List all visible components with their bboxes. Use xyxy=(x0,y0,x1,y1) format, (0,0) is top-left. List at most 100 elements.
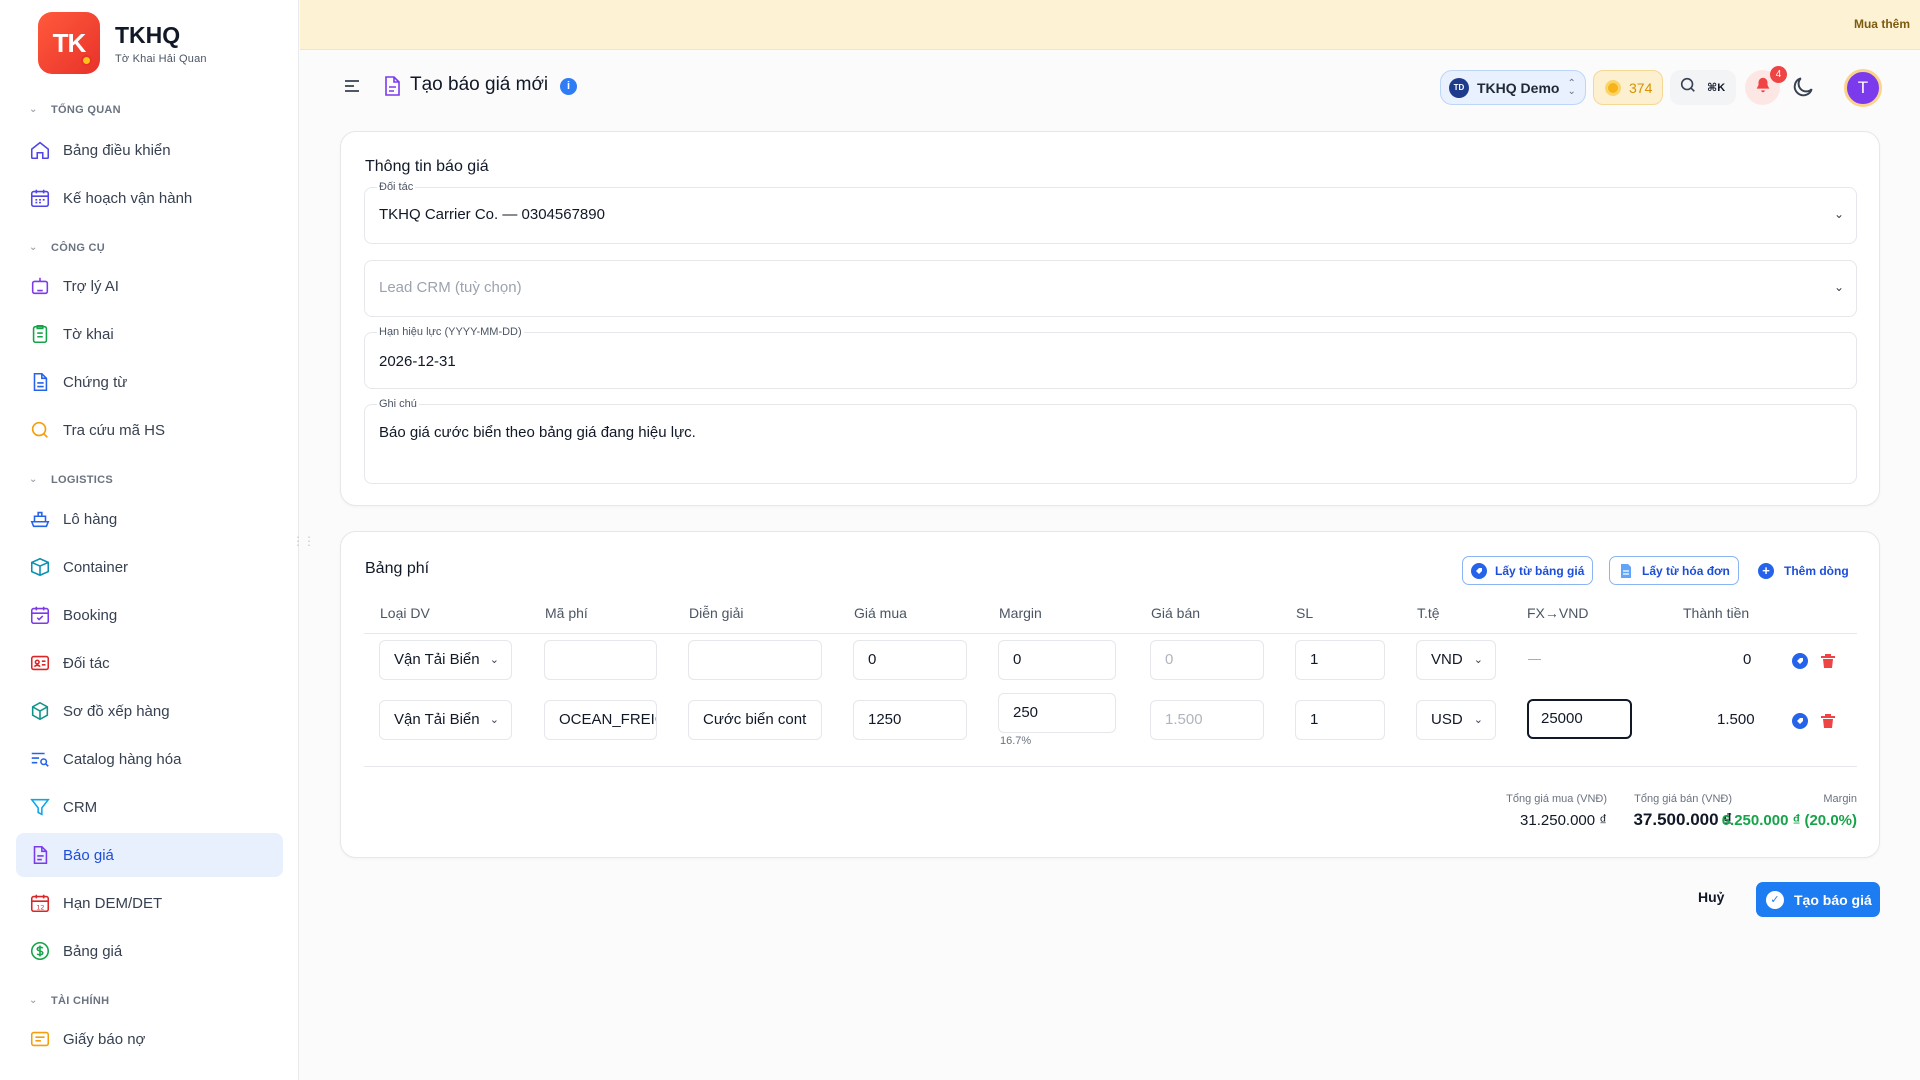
nav-group-overview[interactable]: ⌄ TỔNG QUAN xyxy=(29,104,121,116)
sidebar-item-catalog[interactable]: Catalog hàng hóa xyxy=(16,737,283,781)
note-value: Báo giá cước biển theo bảng giá đang hiệ… xyxy=(379,424,696,441)
sidebar-item-load-plan[interactable]: Sơ đồ xếp hàng xyxy=(16,689,283,733)
buy-more-link[interactable]: Mua thêm xyxy=(1854,17,1910,31)
check-circle-icon: ✓ xyxy=(1766,890,1784,909)
description-input[interactable] xyxy=(688,640,822,680)
qty-input[interactable]: 1 xyxy=(1295,640,1385,680)
sidebar-item-operations-plan[interactable]: Kế hoạch vận hành xyxy=(16,176,283,220)
currency-select[interactable]: USD ⌄ xyxy=(1416,700,1496,740)
clipboard-icon xyxy=(29,323,51,345)
sidebar-item-dem-det[interactable]: 12 Hạn DEM/DET xyxy=(16,881,283,925)
sidebar-item-shipments[interactable]: Lô hàng xyxy=(16,497,283,541)
buy-price-input[interactable]: 1250 xyxy=(853,700,967,740)
col-header-desc: Diễn giải xyxy=(689,605,744,621)
moon-icon[interactable] xyxy=(1790,74,1816,100)
col-header-service: Loại DV xyxy=(380,605,430,621)
document-icon xyxy=(29,371,51,393)
quote-info-title: Thông tin báo giá xyxy=(365,158,489,175)
col-header-sell: Giá bán xyxy=(1151,605,1201,621)
sidebar-item-booking[interactable]: Booking xyxy=(16,593,283,637)
currency-value: USD xyxy=(1431,711,1463,728)
margin-input[interactable]: 250 xyxy=(998,693,1116,733)
partner-label: Đối tác xyxy=(377,181,416,193)
cancel-button[interactable]: Huỷ xyxy=(1698,889,1724,905)
menu-toggle-icon[interactable] xyxy=(342,76,362,96)
sidebar-item-label: Chứng từ xyxy=(63,373,128,391)
lead-crm-select[interactable]: Lead CRM (tuỳ chọn) ⌄ xyxy=(364,260,1857,317)
chevron-down-icon: ⌄ xyxy=(489,654,499,666)
sidebar-item-label: Lô hàng xyxy=(63,510,118,528)
partner-value: TKHQ Carrier Co. — 0304567890 xyxy=(379,206,605,223)
service-type-select[interactable]: Vận Tải Biển ⌄ xyxy=(379,640,512,680)
sidebar-item-ai-assistant[interactable]: Trợ lý AI xyxy=(16,264,283,308)
margin-input[interactable]: 0 xyxy=(998,640,1116,680)
receipt-icon xyxy=(29,1028,51,1050)
sidebar-item-label: Hạn DEM/DET xyxy=(63,894,163,912)
search-button[interactable]: ⌘K xyxy=(1670,70,1736,105)
sidebar-item-price-list[interactable]: Bảng giá xyxy=(16,929,283,973)
workspace-switcher[interactable]: TD TKHQ Demo ⌃ ⌄ xyxy=(1440,70,1586,105)
user-avatar[interactable]: T xyxy=(1844,69,1882,107)
sidebar-item-quotes[interactable]: Báo giá xyxy=(16,833,283,877)
nav-group-finance[interactable]: ⌄ TÀI CHÍNH xyxy=(29,995,109,1007)
from-pricelist-label: Lấy từ bảng giá xyxy=(1495,563,1585,578)
search-icon xyxy=(1679,76,1697,99)
fee-code-input[interactable] xyxy=(544,640,657,680)
tag-icon xyxy=(1471,562,1487,579)
note-textarea[interactable]: Ghi chú Báo giá cước biển theo bảng giá … xyxy=(364,398,1857,484)
from-pricelist-button[interactable]: Lấy từ bảng giá xyxy=(1462,556,1594,585)
sidebar-item-declarations[interactable]: Tờ khai xyxy=(16,312,283,356)
tag-edit-icon[interactable] xyxy=(1792,653,1808,669)
tag-edit-icon[interactable] xyxy=(1792,713,1808,729)
margin-percent: 16.7% xyxy=(1000,735,1032,747)
amount-value: 1.500 xyxy=(1717,711,1755,728)
col-header-code: Mã phí xyxy=(545,605,588,621)
chevron-down-icon: ⌄ xyxy=(29,474,38,485)
box-icon xyxy=(29,556,51,578)
add-row-label: Thêm dòng xyxy=(1784,563,1849,578)
sidebar-item-crm[interactable]: CRM xyxy=(16,785,283,829)
service-type-value: Vận Tải Biển xyxy=(394,651,480,668)
fee-code-input[interactable]: OCEAN_FREIGHT xyxy=(544,700,657,740)
chevron-down-icon: ⌄ xyxy=(1833,280,1844,294)
partner-select[interactable]: Đối tác TKHQ Carrier Co. — 0304567890 ⌄ xyxy=(364,181,1857,244)
info-icon[interactable]: i xyxy=(560,78,577,95)
brand-logo-dot xyxy=(81,55,92,66)
sidebar-item-container[interactable]: Container xyxy=(16,545,283,589)
sell-price-input: 1.500 xyxy=(1150,700,1264,740)
trash-icon[interactable] xyxy=(1820,713,1836,729)
sidebar-resize-handle[interactable]: ⋮⋮ xyxy=(292,534,315,548)
qty-input[interactable]: 1 xyxy=(1295,700,1385,740)
sidebar-item-label: Catalog hàng hóa xyxy=(63,750,182,768)
add-row-button[interactable]: + Thêm dòng xyxy=(1758,556,1849,585)
valid-until-value: 2026-12-31 xyxy=(379,353,456,370)
currency-select[interactable]: VND ⌄ xyxy=(1416,640,1496,680)
page-title: Tạo báo giá mới xyxy=(410,74,549,95)
robot-icon xyxy=(29,275,51,297)
row-divider xyxy=(364,633,1857,634)
from-invoice-button[interactable]: Lấy từ hóa đơn xyxy=(1609,556,1739,585)
fx-rate-input[interactable]: 25000 xyxy=(1527,699,1632,739)
col-header-currency: T.tệ xyxy=(1417,605,1440,621)
sidebar-item-documents[interactable]: Chứng từ xyxy=(16,360,283,404)
cube-icon xyxy=(29,700,51,722)
nav-group-logistics[interactable]: ⌄ LOGISTICS xyxy=(29,474,113,486)
valid-until-input[interactable]: Hạn hiệu lực (YYYY-MM-DD) 2026-12-31 xyxy=(364,326,1857,389)
sidebar-item-dashboard[interactable]: Bảng điều khiển xyxy=(16,128,283,172)
quote-info-card: Thông tin báo giá Đối tác TKHQ Carrier C… xyxy=(340,131,1880,506)
trash-icon[interactable] xyxy=(1820,653,1836,669)
nav-group-tools[interactable]: ⌄ CÔNG CỤ xyxy=(29,242,105,254)
sidebar-item-partners[interactable]: Đối tác xyxy=(16,641,283,685)
calendar-grid-icon xyxy=(29,187,51,209)
create-quote-button[interactable]: ✓ Tạo báo giá xyxy=(1756,882,1880,917)
sidebar-item-debit-notes[interactable]: Giấy báo nợ xyxy=(16,1017,283,1061)
plus-icon: + xyxy=(1758,562,1774,579)
description-input[interactable]: Cước biển cont xyxy=(688,700,822,740)
app-root: TK TKHQ Tờ Khai Hải Quan ⌄ TỔNG QUAN Bản… xyxy=(0,0,1920,1080)
service-type-select[interactable]: Vận Tải Biển ⌄ xyxy=(379,700,512,740)
sidebar-item-label: Đối tác xyxy=(63,654,110,672)
brand[interactable]: TK TKHQ Tờ Khai Hải Quan xyxy=(38,12,207,74)
sidebar-item-hs-lookup[interactable]: Tra cứu mã HS xyxy=(16,408,283,452)
credits-badge[interactable]: 374 xyxy=(1593,70,1663,105)
buy-price-input[interactable]: 0 xyxy=(853,640,967,680)
